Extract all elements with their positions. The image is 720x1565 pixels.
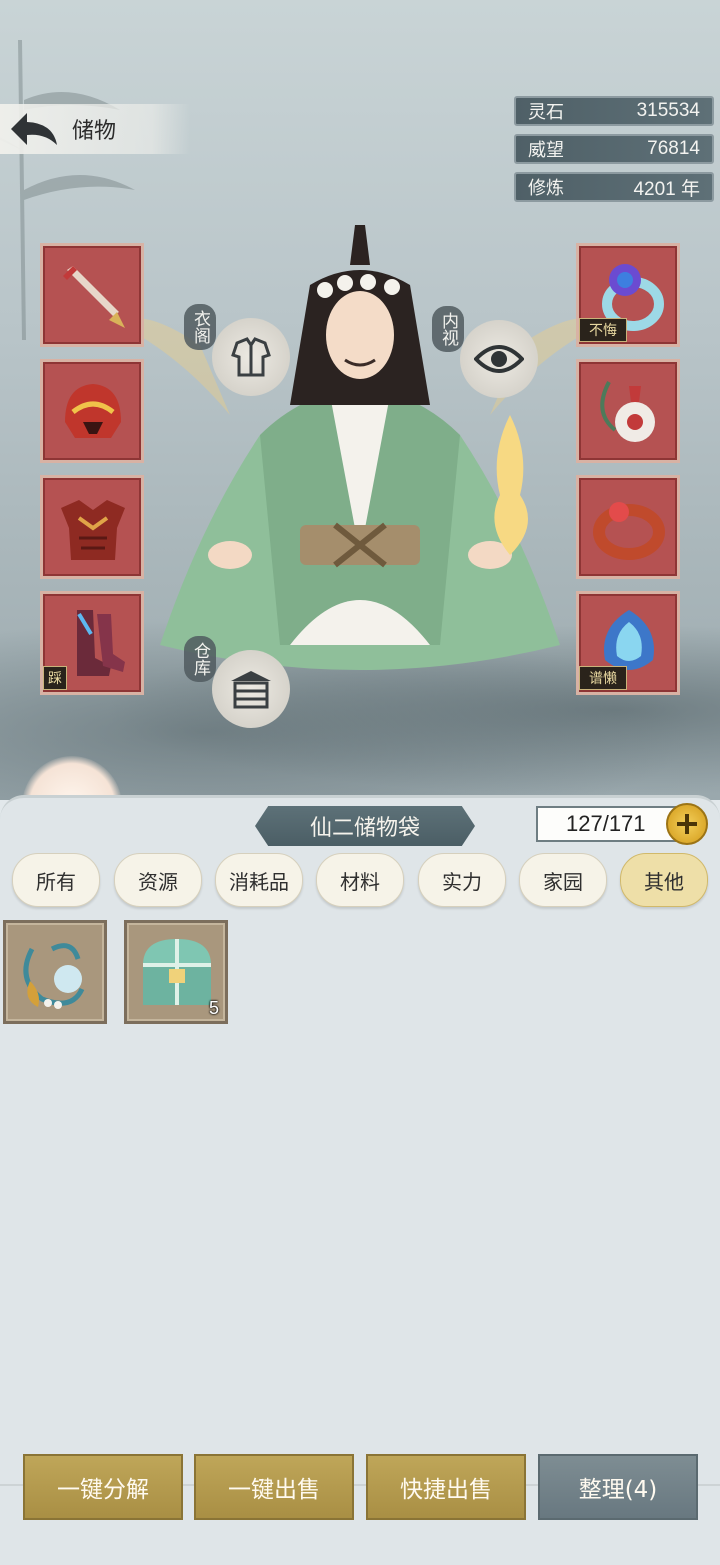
eye-icon	[474, 345, 524, 373]
warehouse-button[interactable]	[212, 650, 290, 728]
equip-slot-helmet[interactable]	[40, 359, 144, 463]
equip-slot-weapon[interactable]	[40, 243, 144, 347]
resource-value: 315534	[636, 100, 700, 121]
header-bar: 储物	[0, 104, 190, 154]
equip-slot-boots[interactable]: 踩	[40, 591, 144, 695]
bag-item[interactable]	[3, 920, 107, 1024]
tab-all[interactable]: 所有	[12, 853, 100, 907]
wardrobe-label: 衣阁	[184, 304, 216, 350]
tab-other[interactable]: 其他	[620, 853, 708, 907]
resource-label: 修炼	[528, 178, 564, 199]
page-title: 储物	[72, 119, 117, 144]
equip-slot-pendant[interactable]	[576, 359, 680, 463]
necklace-icon	[23, 943, 85, 1009]
equip-slot-talisman[interactable]: 谱懒	[576, 591, 680, 695]
sword-icon	[63, 266, 125, 328]
tab-consumables[interactable]: 消耗品	[215, 853, 303, 907]
wardrobe-button[interactable]	[212, 318, 290, 396]
sort-button[interactable]: 整理(4)	[538, 1454, 698, 1520]
warehouse-icon	[231, 671, 271, 709]
equip-slot-armor[interactable]	[40, 475, 144, 579]
resource-prestige: 威望 76814	[514, 134, 714, 164]
inner-view-label: 内视	[432, 306, 464, 352]
warehouse-label: 仓库	[184, 636, 216, 682]
equip-seal: 不悔	[579, 318, 627, 342]
resource-spirit-stone: 灵石 315534	[514, 96, 714, 126]
bag-capacity: 127/171	[536, 806, 676, 842]
resource-label: 灵石	[528, 102, 564, 123]
decompose-all-button[interactable]: 一键分解	[23, 1454, 183, 1520]
bag-panel	[0, 795, 720, 1565]
equip-seal: 踩	[43, 666, 67, 690]
treasure-chest-icon	[143, 939, 211, 1005]
resource-label: 威望	[528, 140, 564, 161]
helmet-icon	[65, 384, 121, 438]
back-arrow-icon	[11, 113, 57, 145]
character-figure	[140, 225, 580, 670]
resource-value: 76814	[647, 138, 700, 159]
robe-icon	[231, 337, 271, 377]
armor-icon	[61, 500, 125, 560]
inner-view-button[interactable]	[460, 320, 538, 398]
equip-seal: 谱懒	[579, 666, 627, 690]
equip-slot-bracelet[interactable]	[576, 475, 680, 579]
bracelet-icon	[593, 502, 665, 560]
resource-value: 4201 年	[633, 178, 700, 200]
item-count: 5	[208, 998, 219, 1018]
quick-sell-button[interactable]: 快捷出售	[366, 1454, 526, 1520]
bag-title: 仙二储物袋	[255, 806, 475, 846]
resource-cultivation: 修炼 4201 年	[514, 172, 714, 202]
pendant-icon	[600, 381, 655, 442]
plus-icon	[677, 814, 697, 834]
tab-strength[interactable]: 实力	[418, 853, 506, 907]
expand-capacity-button[interactable]	[666, 803, 708, 845]
bag-item[interactable]: 5	[124, 920, 228, 1024]
sell-all-button[interactable]: 一键出售	[194, 1454, 354, 1520]
equip-slot-ring[interactable]: 不悔	[576, 243, 680, 347]
tab-materials[interactable]: 材料	[316, 853, 404, 907]
tab-resources[interactable]: 资源	[114, 853, 202, 907]
back-button[interactable]	[6, 107, 62, 151]
tab-home[interactable]: 家园	[519, 853, 607, 907]
